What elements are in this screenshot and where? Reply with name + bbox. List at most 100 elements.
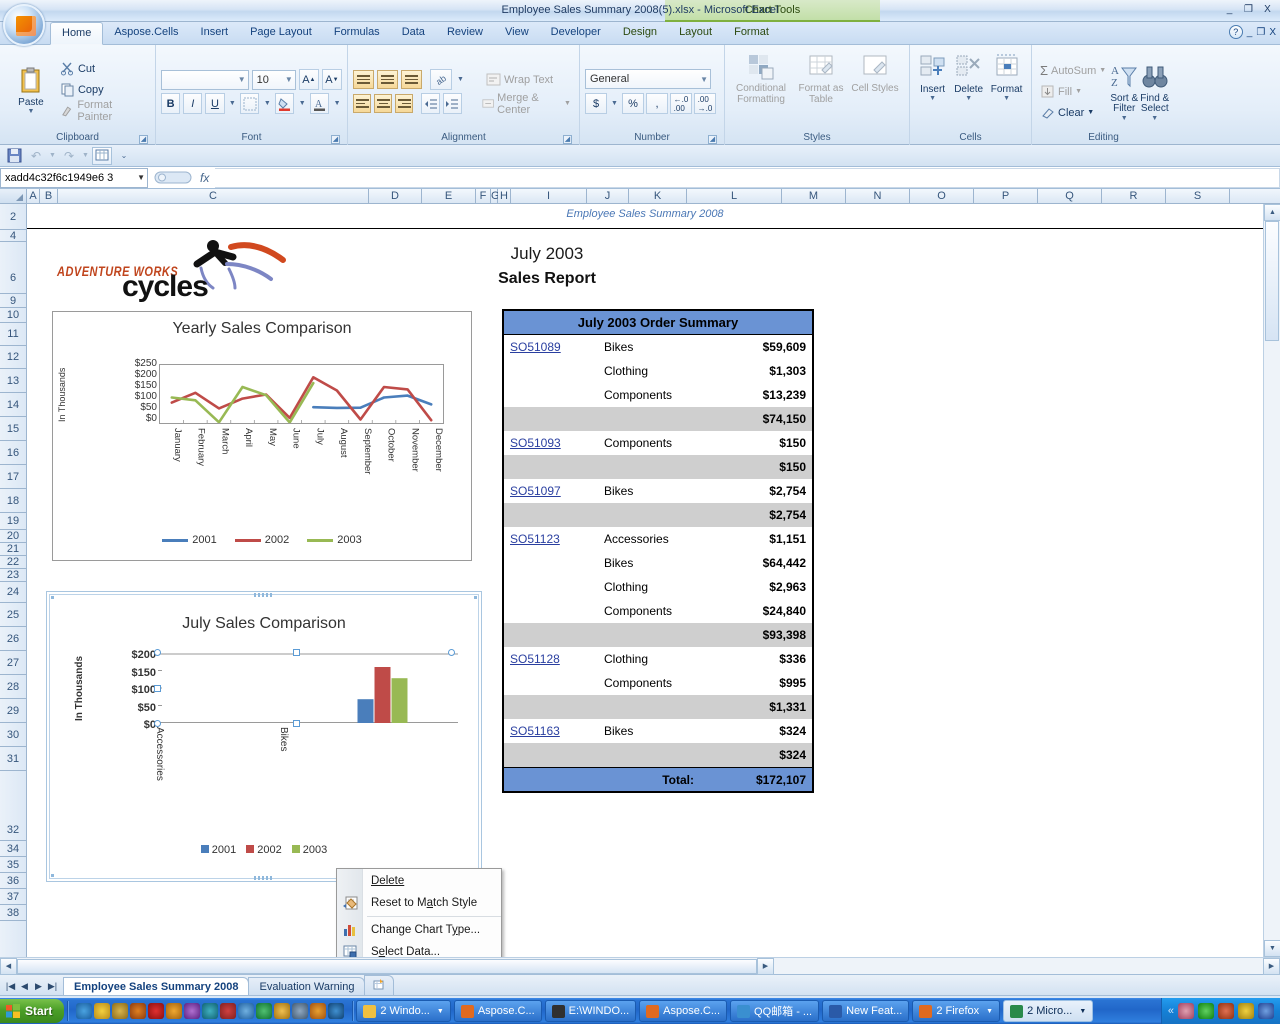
find-select-button[interactable]: Find & Select ▼ [1140, 52, 1171, 131]
vertical-scrollbar[interactable]: ▲ ▼ [1263, 204, 1280, 957]
undo-icon[interactable]: ↶ [26, 147, 46, 165]
quick-launch-icon-4[interactable] [130, 1003, 147, 1019]
tab-layout[interactable]: Layout [668, 22, 723, 45]
insert-worksheet-button[interactable] [364, 975, 395, 995]
sort-filter-button[interactable]: A Z Sort & Filter ▼ [1109, 52, 1140, 131]
row-header-11[interactable]: 11 [0, 323, 26, 346]
order-id-link[interactable]: SO51093 [510, 436, 561, 450]
column-header-B[interactable]: B [40, 189, 58, 203]
align-left-button[interactable] [353, 94, 372, 113]
chart2-bar-Bikes-2003[interactable] [391, 678, 408, 723]
tray-icon-4[interactable] [1238, 1003, 1254, 1019]
tray-expand-icon[interactable]: « [1168, 1005, 1174, 1017]
chart-context-menu[interactable]: Delete Reset to Match Style Change Chart… [336, 868, 502, 957]
scroll-right-button[interactable]: ▶ [757, 957, 774, 975]
column-header-H[interactable]: H [498, 189, 511, 203]
row-header-26[interactable]: 26 [0, 627, 26, 651]
column-header-Q[interactable]: Q [1038, 189, 1102, 203]
tray-icon-1[interactable] [1178, 1003, 1194, 1019]
align-center-button[interactable] [374, 94, 393, 113]
tab-insert[interactable]: Insert [190, 22, 240, 45]
quick-launch-icon-1[interactable] [76, 1003, 93, 1019]
column-header-I[interactable]: I [511, 189, 587, 203]
order-id-cell[interactable]: SO51093 [504, 436, 604, 450]
order-id-cell[interactable]: SO51089 [504, 340, 604, 354]
fill-color-button[interactable] [275, 93, 295, 114]
order-id-cell[interactable]: SO51128 [504, 652, 604, 666]
fill-button[interactable]: Fill ▼ [1037, 81, 1109, 102]
worksheet-canvas[interactable]: Employee Sales Summary 2008 ADVENTURE WO… [27, 204, 1263, 957]
chevron-down-icon[interactable]: ▼ [696, 75, 708, 84]
quick-launch-icon-13[interactable] [292, 1003, 309, 1019]
selection-handle-bottom-center[interactable] [293, 720, 300, 727]
tab-developer[interactable]: Developer [540, 22, 612, 45]
align-middle-button[interactable] [377, 70, 398, 89]
chevron-down-icon[interactable]: ▼ [983, 1008, 993, 1015]
order-id-link[interactable]: SO51128 [510, 652, 560, 666]
quick-launch-icon-7[interactable] [184, 1003, 201, 1019]
insert-function-icon[interactable]: fx [200, 171, 209, 185]
order-id-link[interactable]: SO51163 [510, 724, 560, 738]
currency-dropdown[interactable]: ▼ [609, 93, 620, 114]
chart1-legend-item[interactable]: 2003 [307, 534, 362, 546]
yearly-sales-comparison-chart[interactable]: Yearly Sales Comparison In Thousands $25… [52, 311, 472, 561]
context-menu-item-reset-to-match-style[interactable]: Reset to Match Style [337, 892, 501, 914]
order-id-link[interactable]: SO51089 [510, 340, 561, 354]
tab-review[interactable]: Review [436, 22, 494, 45]
tray-icon-3[interactable] [1218, 1003, 1234, 1019]
borders-button[interactable] [240, 93, 260, 114]
taskbar-button[interactable]: 2 Micro... ▼ [1003, 1000, 1094, 1022]
chevron-down-icon[interactable]: ▼ [137, 173, 145, 182]
taskbar-button[interactable]: QQ邮箱 - ... [730, 1000, 820, 1022]
tab-view[interactable]: View [494, 22, 540, 45]
font-color-dropdown[interactable]: ▼ [332, 93, 342, 114]
start-button[interactable]: Start [0, 999, 65, 1023]
selection-handle-top-right[interactable] [448, 649, 455, 656]
formula-bar-expand-icon[interactable] [154, 170, 194, 185]
currency-button[interactable]: $ [585, 93, 607, 114]
row-header-16[interactable]: 16 [0, 441, 26, 465]
wrap-text-button[interactable]: Wrap Text [483, 69, 556, 90]
chart-frame-grip-bottom[interactable] [254, 876, 274, 880]
row-header-38[interactable]: 38 [0, 905, 26, 921]
orientation-button[interactable]: ab [430, 69, 452, 90]
chart2-legend-item[interactable]: 2001 [200, 844, 236, 856]
chart1-legend-item[interactable]: 2001 [162, 534, 217, 546]
font-color-button[interactable]: A [310, 93, 330, 114]
underline-dropdown[interactable]: ▼ [228, 93, 238, 114]
column-header-P[interactable]: P [974, 189, 1038, 203]
open-recent-icon[interactable] [92, 146, 112, 165]
column-header-S[interactable]: S [1166, 189, 1230, 203]
quick-launch-icon-12[interactable] [274, 1003, 291, 1019]
row-header-12[interactable]: 12 [0, 346, 26, 369]
chevron-down-icon[interactable]: ▼ [1076, 1008, 1086, 1015]
sheet-navigation-buttons[interactable]: |◀ ◀ ▶ ▶| [0, 981, 63, 995]
taskbar-button[interactable]: Aspose.C... [639, 1000, 728, 1022]
quick-launch-icon-8[interactable] [202, 1003, 219, 1019]
minimize-button[interactable]: _ [1221, 2, 1238, 17]
cut-button[interactable]: Cut [57, 58, 150, 79]
redo-icon[interactable]: ↷ [59, 147, 79, 165]
row-header-23[interactable]: 23 [0, 569, 26, 582]
taskbar-button[interactable]: New Feat... [822, 1000, 910, 1022]
scroll-right-end-button[interactable]: ▶ [1263, 957, 1280, 975]
align-bottom-button[interactable] [401, 70, 422, 89]
decrease-decimal-button[interactable]: .00 →.0 [694, 93, 716, 114]
chart2-bar-Bikes-2002[interactable] [374, 667, 391, 723]
scroll-up-button[interactable]: ▲ [1264, 204, 1280, 221]
paste-button[interactable]: Paste ▼ [5, 48, 57, 131]
row-header-31[interactable]: 31 [0, 747, 26, 771]
align-top-button[interactable] [353, 70, 374, 89]
tray-icon-5[interactable] [1258, 1003, 1274, 1019]
order-id-cell[interactable]: SO51097 [504, 484, 604, 498]
percent-button[interactable]: % [622, 93, 644, 114]
row-header-13[interactable]: 13 [0, 369, 26, 393]
tray-icon-2[interactable] [1198, 1003, 1214, 1019]
ribbon-restore-button[interactable]: ❐ [1256, 27, 1265, 38]
taskbar-button[interactable]: 2 Firefox ▼ [912, 1000, 1001, 1022]
row-header-15[interactable]: 15 [0, 417, 26, 441]
tab-formulas[interactable]: Formulas [323, 22, 391, 45]
ribbon-close-button[interactable]: X [1269, 27, 1276, 38]
clear-button[interactable]: Clear ▼ [1037, 102, 1109, 123]
tab-format[interactable]: Format [723, 22, 780, 45]
